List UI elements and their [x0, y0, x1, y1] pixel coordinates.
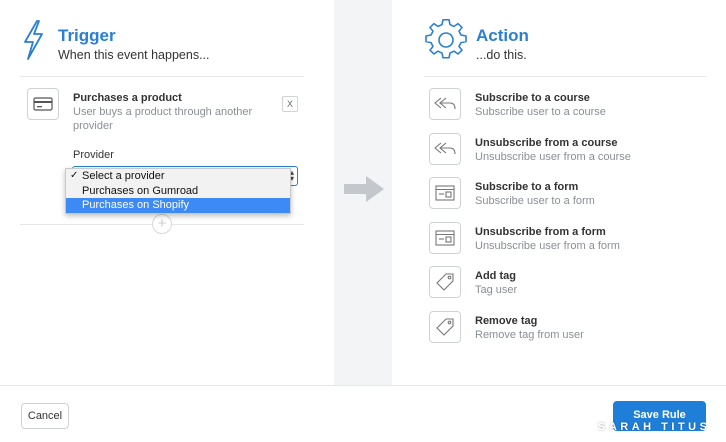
- tag-icon[interactable]: [429, 311, 461, 343]
- tag-icon[interactable]: [429, 266, 461, 298]
- trigger-item-description: User buys a product through another prov…: [73, 106, 253, 132]
- trigger-header: Trigger When this event happens...: [20, 18, 209, 62]
- add-trigger-button[interactable]: +: [152, 214, 172, 234]
- watermark: SARAH TITUS: [598, 421, 711, 433]
- action-divider: [424, 76, 706, 77]
- action-item-title[interactable]: Subscribe to a form: [475, 181, 578, 193]
- lightning-icon: [20, 18, 46, 62]
- form-icon[interactable]: [429, 177, 461, 209]
- action-item-description: Subscribe user to a form: [475, 195, 595, 207]
- action-item-title[interactable]: Unsubscribe from a course: [475, 137, 617, 149]
- trigger-item-title: Purchases a product: [73, 92, 182, 104]
- action-item-title[interactable]: Unsubscribe from a form: [475, 226, 606, 238]
- action-item-description: Unsubscribe user from a form: [475, 240, 620, 252]
- action-item-description: Unsubscribe user from a course: [475, 151, 631, 163]
- credit-card-icon: [27, 88, 59, 120]
- action-item-description: Remove tag from user: [475, 329, 584, 341]
- provider-dropdown: Select a provider Purchases on Gumroad P…: [65, 168, 291, 214]
- trigger-pane: Trigger When this event happens... Purch…: [0, 0, 334, 385]
- trigger-divider: [20, 76, 304, 77]
- remove-trigger-button[interactable]: X: [282, 96, 298, 112]
- trigger-title: Trigger: [58, 26, 116, 45]
- action-item-description: Tag user: [475, 284, 518, 296]
- cancel-button[interactable]: Cancel: [21, 403, 69, 429]
- gear-icon: [424, 18, 468, 62]
- provider-label: Provider: [73, 149, 114, 161]
- action-subtitle: ...do this.: [476, 48, 527, 62]
- action-item-title[interactable]: Subscribe to a course: [475, 92, 590, 104]
- action-header: Action ...do this.: [424, 18, 529, 62]
- form-icon[interactable]: [429, 222, 461, 254]
- provider-option-shopify[interactable]: Purchases on Shopify: [66, 198, 290, 213]
- provider-option-select[interactable]: Select a provider: [66, 169, 290, 184]
- action-item-title[interactable]: Add tag: [475, 270, 516, 282]
- arrow-right-icon: [344, 176, 384, 207]
- reply-all-icon[interactable]: [429, 133, 461, 165]
- action-item-description: Subscribe user to a course: [475, 106, 606, 118]
- trigger-subtitle: When this event happens...: [58, 48, 210, 62]
- reply-all-icon[interactable]: [429, 88, 461, 120]
- provider-option-gumroad[interactable]: Purchases on Gumroad: [66, 184, 290, 199]
- action-title: Action: [476, 26, 529, 45]
- action-item-title[interactable]: Remove tag: [475, 315, 537, 327]
